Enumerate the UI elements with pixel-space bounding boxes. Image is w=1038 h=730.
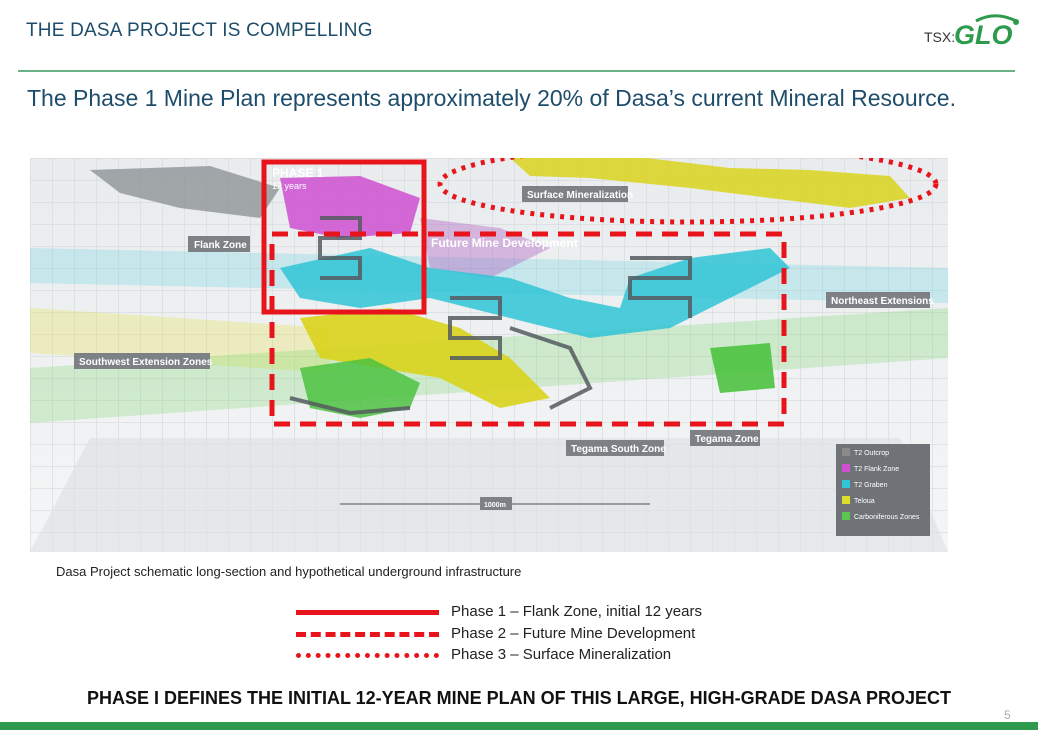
label-surface-mineralization: Surface Mineralization <box>522 186 633 202</box>
solid-line-swatch <box>296 610 439 615</box>
key-item: T2 Outcrop <box>842 448 889 457</box>
conclusion-statement: PHASE I DEFINES THE INITIAL 12-YEAR MINE… <box>86 688 952 708</box>
key-swatch <box>842 448 850 456</box>
key-swatch <box>842 512 850 520</box>
footer-bar <box>0 722 1038 730</box>
carboniferous-block <box>710 343 775 393</box>
dashed-line-swatch <box>296 632 439 637</box>
key-swatch <box>842 464 850 472</box>
slide-subtitle: The Phase 1 Mine Plan represents approxi… <box>27 85 956 111</box>
svg-text:Flank Zone: Flank Zone <box>194 240 247 251</box>
long-section-diagram: PHASE 1 12 years Surface Mineralization … <box>30 158 948 552</box>
label-flank-zone: Flank Zone <box>188 236 250 252</box>
key-label: Teloua <box>854 498 875 505</box>
key-swatch <box>842 480 850 488</box>
tsx-glo-logo: TSX: GLO <box>924 12 1024 58</box>
svg-text:Northeast Extensions: Northeast Extensions <box>831 296 934 307</box>
key-label: T2 Flank Zone <box>854 466 899 473</box>
diagram-key <box>836 444 930 536</box>
key-item: Carboniferous Zones <box>842 512 920 521</box>
label-northeast-extensions: Northeast Extensions <box>826 292 934 308</box>
key-item: T2 Graben <box>842 480 888 489</box>
header-divider <box>18 70 1015 72</box>
svg-text:Southwest Extension Zones: Southwest Extension Zones <box>79 357 213 368</box>
diagram-caption: Dasa Project schematic long-section and … <box>56 564 522 579</box>
key-swatch <box>842 496 850 504</box>
label-future-mine-development: Future Mine Development <box>431 236 578 250</box>
legend-label-phase3: Phase 3 – Surface Mineralization <box>451 646 672 663</box>
svg-text:Tegama Zone: Tegama Zone <box>695 434 759 445</box>
svg-text:Tegama South Zone: Tegama South Zone <box>571 444 666 455</box>
svg-text:Surface Mineralization: Surface Mineralization <box>527 190 633 201</box>
label-southwest-extension-zones: Southwest Extension Zones <box>74 353 213 369</box>
key-label: Carboniferous Zones <box>854 514 920 521</box>
page-number: 5 <box>1004 708 1011 722</box>
legend-label-phase2: Phase 2 – Future Mine Development <box>451 625 696 642</box>
svg-text:1000m: 1000m <box>484 502 506 509</box>
label-tegama-zone: Tegama Zone <box>690 430 760 446</box>
logo-swoosh-icon <box>975 14 1019 25</box>
dotted-line-swatch <box>296 653 439 658</box>
phase1-years: 12 years <box>272 181 307 191</box>
key-label: T2 Outcrop <box>854 450 889 457</box>
diagram-floor <box>30 438 948 552</box>
slide-header: THE DASA PROJECT IS COMPELLING <box>26 20 373 41</box>
label-tegama-south-zone: Tegama South Zone <box>566 440 666 456</box>
key-item: Teloua <box>842 496 875 505</box>
phase1-title: PHASE 1 <box>272 166 324 180</box>
legend-label-phase1: Phase 1 – Flank Zone, initial 12 years <box>451 603 702 620</box>
key-label: T2 Graben <box>854 482 888 489</box>
